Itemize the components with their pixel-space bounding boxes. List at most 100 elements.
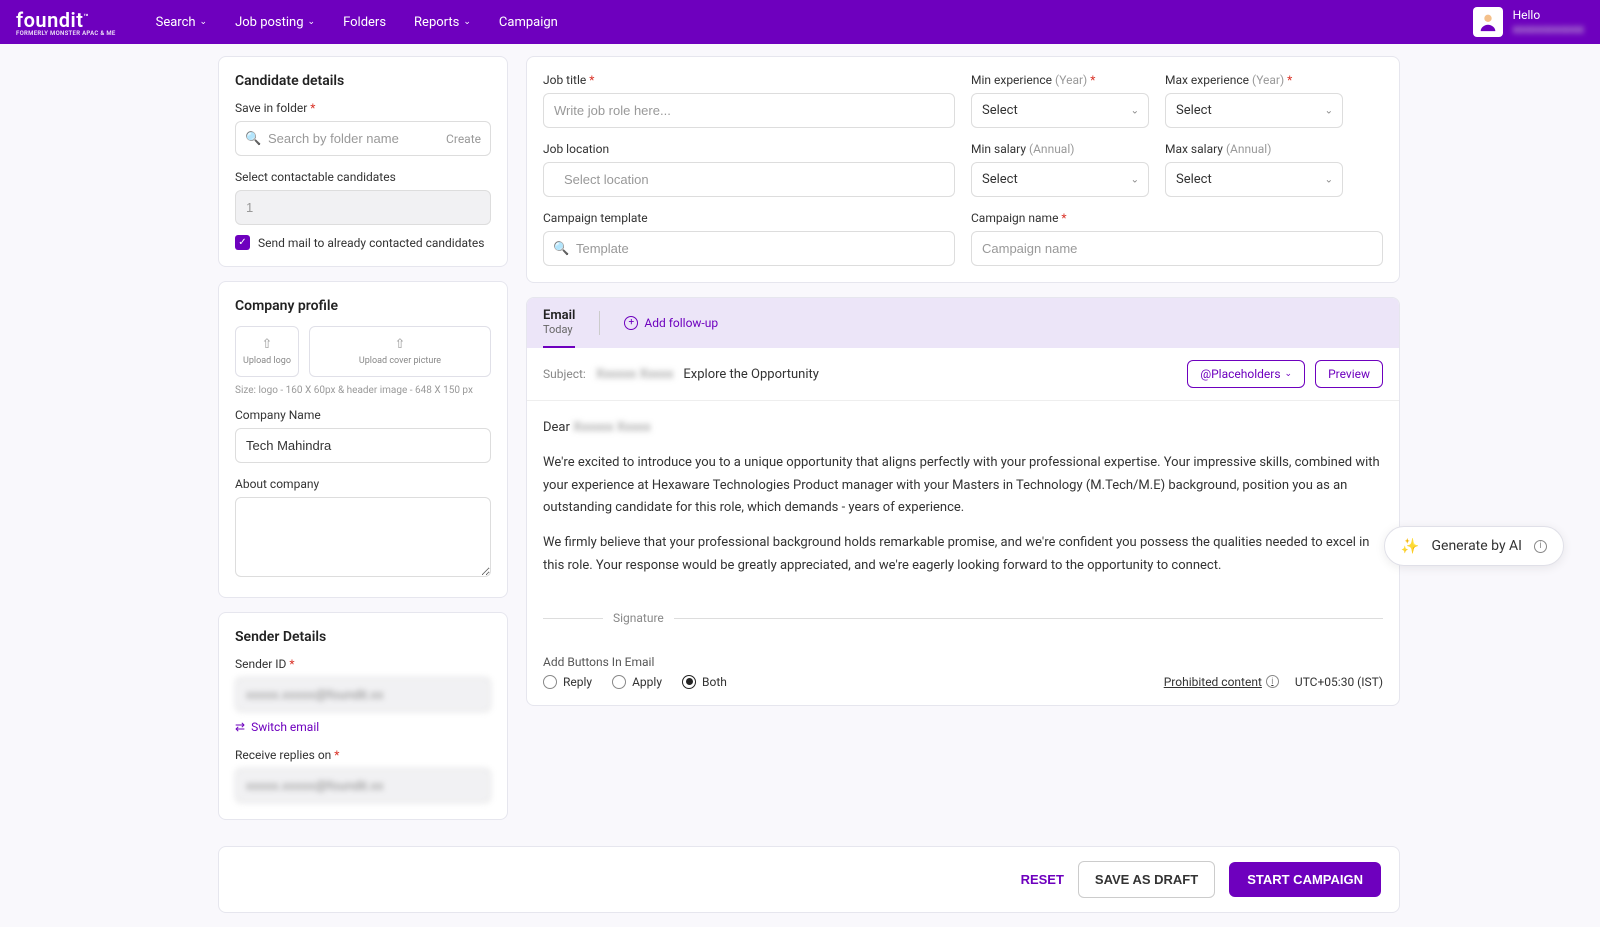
- nav-campaign[interactable]: Campaign: [499, 15, 558, 30]
- company-profile-card: Company profile ⇧ Upload logo ⇧ Upload c…: [218, 281, 508, 598]
- radio-checked-icon: [682, 675, 696, 689]
- nav-folders[interactable]: Folders: [343, 15, 386, 30]
- contactable-label: Select contactable candidates: [235, 170, 491, 184]
- search-icon: 🔍: [553, 241, 569, 256]
- sendmail-checkbox-row[interactable]: ✓ Send mail to already contacted candida…: [235, 235, 491, 250]
- min-exp-label: Min experience (Year) *: [971, 73, 1149, 87]
- divider: [599, 311, 600, 335]
- about-company-label: About company: [235, 477, 491, 491]
- email-footer: Add Buttons In Email Reply Apply Both Pr…: [527, 645, 1399, 705]
- sender-id-label: Sender ID *: [235, 657, 491, 671]
- sparkle-icon: ✨: [1401, 537, 1420, 555]
- profile-name: xxxxxxxxxxxx: [1513, 22, 1584, 36]
- reset-button[interactable]: RESET: [1021, 872, 1064, 887]
- signature-row: Signature: [543, 608, 1383, 629]
- max-salary-select[interactable]: Select: [1165, 162, 1343, 197]
- company-name-input[interactable]: [235, 428, 491, 463]
- generate-ai-label: Generate by AI: [1431, 538, 1522, 554]
- plus-circle-icon: +: [624, 316, 638, 330]
- preview-button[interactable]: Preview: [1315, 360, 1383, 388]
- email-body-editor[interactable]: Dear Xxxxxx Xxxxx We're excited to intro…: [527, 401, 1399, 645]
- nav-search[interactable]: Search⌄: [156, 15, 207, 30]
- radio-icon: [543, 675, 557, 689]
- company-profile-title: Company profile: [235, 298, 491, 314]
- receive-replies-label: Receive replies on *: [235, 748, 491, 762]
- upload-cover-label: Upload cover picture: [316, 356, 484, 366]
- sender-id-input: [235, 677, 491, 712]
- chevron-down-icon: ⌄: [308, 17, 316, 27]
- max-exp-select[interactable]: Select: [1165, 93, 1343, 128]
- sender-details-card: Sender Details Sender ID * ⇄ Switch emai…: [218, 612, 508, 820]
- job-location-input[interactable]: [543, 162, 955, 197]
- generate-ai-button[interactable]: ✨ Generate by AI i: [1384, 526, 1564, 566]
- campaign-name-input[interactable]: [971, 231, 1383, 266]
- info-icon: i: [1266, 675, 1279, 688]
- person-icon: [1477, 11, 1499, 33]
- email-tab-subtitle: Today: [543, 323, 575, 336]
- brand-tagline: FORMERLY MONSTER APAC & ME: [16, 30, 116, 37]
- info-icon: i: [1534, 540, 1547, 553]
- contactable-input: [235, 190, 491, 225]
- subject-label: Subject:: [543, 367, 586, 381]
- campaign-form-card: Job title * Min experience (Year) * Sele…: [526, 56, 1400, 283]
- upload-cover-button[interactable]: ⇧ Upload cover picture: [309, 326, 491, 377]
- profile-area[interactable]: Hello xxxxxxxxxxxx: [1473, 7, 1584, 37]
- receive-replies-input: [235, 768, 491, 803]
- add-buttons-label: Add Buttons In Email: [543, 655, 1383, 669]
- subject-text[interactable]: Explore the Opportunity: [683, 367, 819, 382]
- nav-reports[interactable]: Reports⌄: [414, 15, 471, 30]
- radio-apply[interactable]: Apply: [612, 675, 662, 689]
- email-composer-card: Email Today + Add follow-up Subject: Xxx…: [526, 297, 1400, 706]
- email-tab-today[interactable]: Email Today: [543, 298, 575, 348]
- max-exp-label: Max experience (Year) *: [1165, 73, 1343, 87]
- checkbox-checked-icon: ✓: [235, 235, 250, 250]
- upload-logo-button[interactable]: ⇧ Upload logo: [235, 326, 299, 377]
- email-para-2: We firmly believe that your professional…: [543, 532, 1383, 578]
- job-title-label: Job title *: [543, 73, 955, 87]
- profile-text: Hello xxxxxxxxxxxx: [1513, 8, 1584, 36]
- add-followup-button[interactable]: + Add follow-up: [624, 316, 718, 330]
- radio-icon: [612, 675, 626, 689]
- switch-email-link[interactable]: ⇄ Switch email: [235, 720, 491, 734]
- candidate-details-title: Candidate details: [235, 73, 491, 89]
- chevron-down-icon: ⌄: [463, 17, 471, 27]
- subject-row: Subject: Xxxxxx Xxxxx Explore the Opport…: [527, 348, 1399, 401]
- nav-jobposting[interactable]: Job posting⌄: [235, 15, 315, 30]
- action-bar: RESET SAVE AS DRAFT START CAMPAIGN: [218, 846, 1400, 913]
- min-salary-label: Min salary (Annual): [971, 142, 1149, 156]
- chevron-down-icon: ⌄: [1285, 369, 1293, 379]
- candidate-details-card: Candidate details Save in folder * 🔍 Cre…: [218, 56, 508, 267]
- prohibited-content-link[interactable]: Prohibited contenti: [1164, 675, 1279, 689]
- email-para-1: We're excited to introduce you to a uniq…: [543, 452, 1383, 520]
- radio-reply[interactable]: Reply: [543, 675, 592, 689]
- min-salary-select[interactable]: Select: [971, 162, 1149, 197]
- subject-placeholder-blur: Xxxxxx Xxxxx: [596, 367, 674, 382]
- campaign-template-label: Campaign template: [543, 211, 955, 225]
- campaign-name-label: Campaign name *: [971, 211, 1383, 225]
- create-folder-link[interactable]: Create: [446, 132, 481, 146]
- email-tabs-header: Email Today + Add follow-up: [527, 298, 1399, 348]
- upload-icon: ⇧: [242, 337, 292, 352]
- upload-icon: ⇧: [316, 337, 484, 352]
- placeholders-button[interactable]: @Placeholders⌄: [1187, 360, 1305, 388]
- chevron-down-icon: ⌄: [200, 17, 208, 27]
- email-greeting-name: Xxxxxx Xxxxx: [573, 420, 651, 435]
- company-name-label: Company Name: [235, 408, 491, 422]
- save-draft-button[interactable]: SAVE AS DRAFT: [1078, 861, 1215, 898]
- start-campaign-button[interactable]: START CAMPAIGN: [1229, 862, 1381, 897]
- campaign-template-input[interactable]: [543, 231, 955, 266]
- about-company-textarea[interactable]: [235, 497, 491, 577]
- radio-both[interactable]: Both: [682, 675, 727, 689]
- upload-logo-label: Upload logo: [242, 356, 292, 366]
- job-title-input[interactable]: [543, 93, 955, 128]
- profile-greeting: Hello: [1513, 8, 1584, 22]
- min-exp-select[interactable]: Select: [971, 93, 1149, 128]
- top-navbar: foundit™ FORMERLY MONSTER APAC & ME Sear…: [0, 0, 1600, 44]
- timezone-label: UTC+05:30 (IST): [1295, 675, 1383, 689]
- upload-size-hint: Size: logo - 160 X 60px & header image -…: [235, 385, 491, 396]
- save-folder-label: Save in folder *: [235, 101, 491, 115]
- sendmail-label: Send mail to already contacted candidate…: [258, 236, 484, 250]
- main-nav: Search⌄ Job posting⌄ Folders Reports⌄ Ca…: [156, 15, 558, 30]
- signature-label: Signature: [613, 608, 664, 629]
- email-tab-title: Email: [543, 308, 575, 323]
